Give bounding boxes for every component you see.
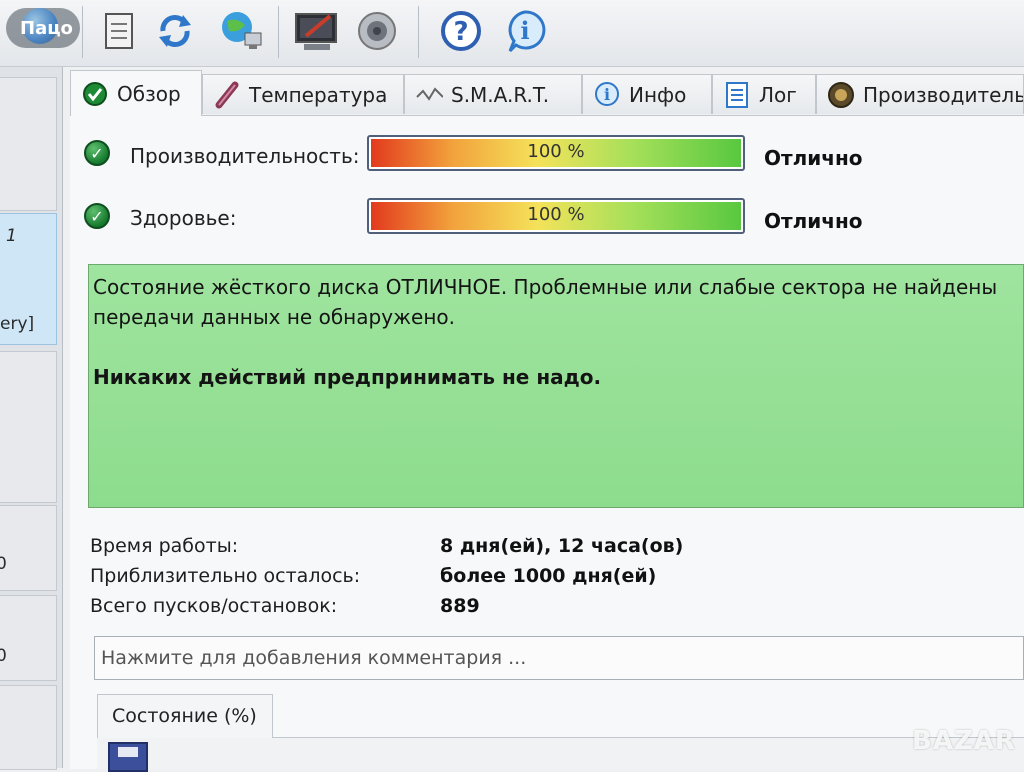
- thermometer-icon: [213, 81, 241, 109]
- status-message-line: Состояние жёсткого диска ОТЛИЧНОЕ. Пробл…: [93, 275, 998, 299]
- performance-percent: 100 %: [527, 141, 585, 162]
- tab-performance[interactable]: Производитель: [816, 74, 1024, 114]
- disk-tile[interactable]: 0: [0, 505, 57, 591]
- toolbar-separator: [278, 6, 279, 58]
- performance-bar: 100 %: [367, 135, 745, 171]
- tab-overview[interactable]: Обзор: [70, 70, 202, 116]
- disk-tile-value: 0: [0, 554, 7, 574]
- health-label: Здоровье:: [130, 206, 237, 230]
- disk-tile[interactable]: 0: [0, 595, 57, 681]
- status-message-panel: Состояние жёсткого диска ОТЛИЧНОЕ. Пробл…: [88, 264, 1024, 508]
- starts-label: Всего пусков/остановок:: [90, 595, 338, 617]
- toolbar-separator: [82, 6, 83, 58]
- comment-field[interactable]: Нажмите для добавления комментария ...: [94, 636, 1024, 680]
- tab-label: Инфо: [629, 82, 687, 107]
- performance-check-icon: ✓: [84, 140, 110, 166]
- speaker-icon[interactable]: [354, 8, 400, 54]
- performance-icon: [827, 81, 855, 109]
- tab-smart[interactable]: S.M.A.R.T.: [404, 74, 582, 114]
- svg-text:i: i: [604, 85, 610, 104]
- tab-temperature[interactable]: Температура: [202, 74, 404, 114]
- disk-tile[interactable]: [0, 77, 57, 211]
- tab-info[interactable]: i Инфо: [582, 74, 712, 114]
- disk-list-panel: 1 ery] 0 0: [0, 67, 63, 770]
- user-name: Пацо: [20, 18, 73, 39]
- log-icon: [723, 81, 751, 109]
- disk-caption: ery]: [0, 314, 35, 334]
- uptime-value: 8 дня(ей), 12 часа(ов): [440, 535, 684, 557]
- health-percent: 100 %: [527, 204, 585, 225]
- monitor-icon[interactable]: [294, 8, 340, 54]
- status-message-line: передачи данных не обнаружено.: [93, 305, 456, 329]
- disk-tile[interactable]: [0, 351, 57, 503]
- document-icon[interactable]: [96, 8, 142, 54]
- tab-label: Лог: [759, 82, 797, 107]
- performance-rating: Отлично: [764, 146, 863, 170]
- watermark: BAZAR: [912, 726, 1016, 756]
- check-icon: [81, 80, 109, 108]
- remaining-label: Приблизительно осталось:: [90, 565, 361, 587]
- tab-log[interactable]: Лог: [712, 74, 816, 114]
- help-icon[interactable]: ?: [438, 8, 484, 54]
- tab-label: Производитель: [863, 82, 1024, 107]
- tab-status-percent[interactable]: Состояние (%): [97, 694, 273, 738]
- smart-icon: [415, 81, 443, 109]
- uptime-label: Время работы:: [90, 535, 239, 557]
- performance-label: Производительность:: [130, 144, 360, 168]
- toolbar-separator: [418, 6, 419, 58]
- tab-label: Температура: [249, 82, 388, 107]
- health-check-icon: ✓: [84, 203, 110, 229]
- info-icon[interactable]: i: [502, 8, 548, 54]
- disk-number: 1: [6, 226, 17, 246]
- tab-label: Обзор: [117, 81, 181, 106]
- network-globe-icon[interactable]: [218, 8, 264, 54]
- remaining-value: более 1000 дня(ей): [440, 565, 657, 587]
- chart-area: [97, 737, 1024, 769]
- status-advice: Никаких действий предпринимать не надо.: [93, 365, 602, 389]
- health-bar: 100 %: [367, 198, 745, 234]
- disk-tile[interactable]: [0, 685, 57, 770]
- starts-value: 889: [440, 595, 480, 617]
- tab-bar: Обзор Температура S.M.A.R.T. i Инфо Лог …: [70, 70, 1024, 116]
- disk-tile-selected[interactable]: 1 ery]: [0, 213, 57, 345]
- refresh-icon[interactable]: [152, 8, 198, 54]
- tab-label: S.M.A.R.T.: [451, 82, 550, 107]
- toolbar: Пацо ? i: [0, 0, 1024, 67]
- info-icon: i: [593, 81, 621, 109]
- svg-text:i: i: [520, 16, 529, 45]
- health-rating: Отлично: [764, 209, 863, 233]
- svg-text:?: ?: [453, 17, 468, 47]
- disk-tile-value: 0: [0, 646, 7, 666]
